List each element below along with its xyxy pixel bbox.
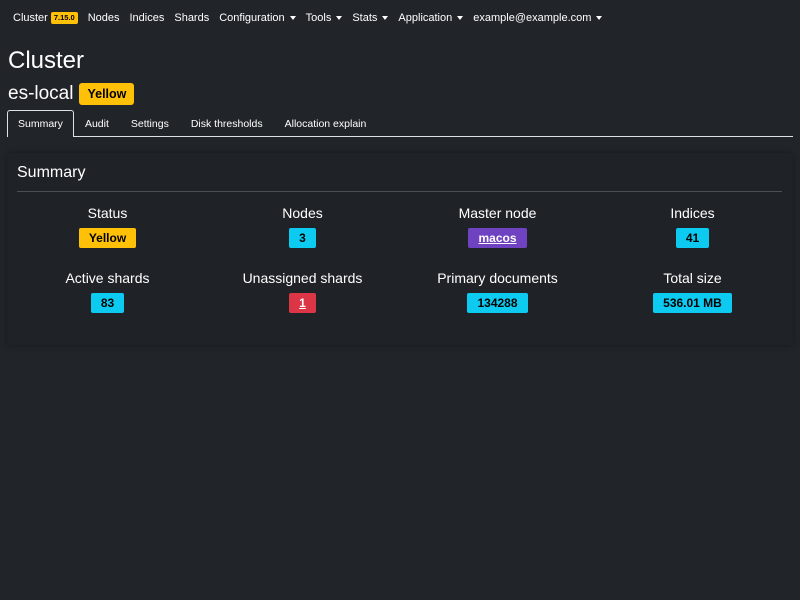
indices-count-badge: 41: [675, 228, 710, 248]
nav-brand-label: Cluster: [13, 12, 48, 24]
nav-brand[interactable]: Cluster 7.15.0: [13, 12, 78, 24]
version-badge: 7.15.0: [50, 12, 78, 24]
card-title: Summary: [17, 164, 86, 181]
nav-item-tools[interactable]: Tools: [306, 12, 343, 24]
unassigned-shards-link[interactable]: 1: [289, 293, 316, 313]
nav-item-label: Configuration: [219, 12, 285, 24]
nav-item-shards[interactable]: Shards: [174, 12, 209, 24]
stat-master-node: Master node macos: [400, 204, 595, 248]
cluster-tabs: Summary Audit Settings Disk thresholds A…: [7, 110, 793, 137]
nav-item-label: Nodes: [87, 12, 120, 24]
stat-indices: Indices 41: [595, 204, 790, 248]
nav-item-label: Shards: [174, 12, 210, 24]
status-badge: Yellow: [78, 228, 137, 248]
master-node-link[interactable]: macos: [468, 228, 527, 248]
nav-item-label: Application: [398, 12, 453, 24]
stat-label: Primary documents: [437, 270, 558, 286]
primary-documents-badge: 134288: [467, 293, 528, 313]
nav-item-nodes[interactable]: Nodes: [88, 12, 120, 24]
stat-primary-documents: Primary documents 134288: [400, 269, 595, 313]
stat-label: Active shards: [65, 270, 150, 286]
active-shards-badge: 83: [90, 293, 125, 313]
summary-card: Summary Status Yellow Nodes 3 Master nod…: [7, 153, 793, 345]
caret-down-icon: [336, 16, 343, 20]
tab-summary[interactable]: Summary: [7, 110, 74, 137]
caret-down-icon: [457, 16, 464, 20]
divider: [17, 191, 782, 192]
cluster-header: es-local Yellow: [8, 82, 135, 106]
stat-unassigned-shards: Unassigned shards 1: [205, 269, 400, 313]
page-title: Cluster: [8, 47, 85, 74]
stat-nodes: Nodes 3: [205, 204, 400, 248]
cluster-name: es-local: [8, 83, 74, 104]
tab-allocation-explain[interactable]: Allocation explain: [274, 110, 378, 136]
top-navbar: Cluster 7.15.0 Nodes Indices Shards Conf…: [0, 0, 800, 36]
stat-label: Indices: [670, 205, 715, 221]
tab-settings[interactable]: Settings: [120, 110, 180, 136]
nav-item-label: example@example.com: [473, 12, 592, 24]
stat-label: Master node: [458, 205, 537, 221]
caret-down-icon: [382, 16, 389, 20]
nodes-count-badge: 3: [289, 228, 316, 248]
stat-label: Nodes: [282, 205, 323, 221]
cluster-health-badge: Yellow: [79, 83, 135, 105]
nav-item-label: Tools: [305, 12, 332, 24]
caret-down-icon: [289, 16, 296, 20]
stat-total-size: Total size 536.01 MB: [595, 269, 790, 313]
nav-item-user[interactable]: example@example.com: [473, 12, 603, 24]
stat-active-shards: Active shards 83: [10, 269, 205, 313]
nav-item-label: Stats: [352, 12, 378, 24]
nav-item-application[interactable]: Application: [398, 12, 464, 24]
stat-status: Status Yellow: [10, 204, 205, 248]
stat-label: Unassigned shards: [242, 270, 363, 286]
nav-item-configuration[interactable]: Configuration: [219, 12, 296, 24]
nav-item-label: Indices: [129, 12, 165, 24]
stat-label: Status: [87, 205, 128, 221]
stat-label: Total size: [663, 270, 722, 286]
tab-disk-thresholds[interactable]: Disk thresholds: [180, 110, 274, 136]
caret-down-icon: [596, 16, 603, 20]
tab-audit[interactable]: Audit: [74, 110, 120, 136]
total-size-badge: 536.01 MB: [653, 293, 732, 313]
nav-item-stats[interactable]: Stats: [352, 12, 389, 24]
nav-item-indices[interactable]: Indices: [130, 12, 165, 24]
